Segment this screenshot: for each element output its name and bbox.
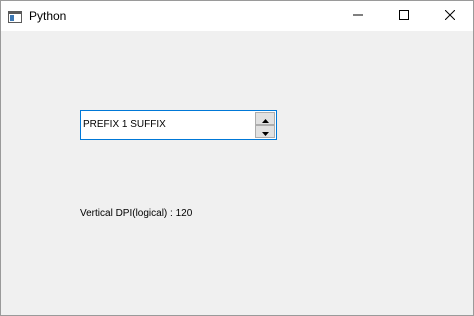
close-button[interactable] xyxy=(427,1,473,31)
minimize-icon xyxy=(353,7,363,25)
vertical-dpi-label: Vertical DPI(logical) : 120 xyxy=(80,208,193,219)
minimize-button[interactable] xyxy=(335,1,381,31)
maximize-icon xyxy=(399,7,409,25)
client-area: PREFIX 1 SUFFIX Vertical DPI(logical) : … xyxy=(1,31,473,315)
title-bar[interactable]: Python xyxy=(1,1,473,31)
arrow-down-icon xyxy=(261,123,269,141)
close-icon xyxy=(444,7,456,25)
spin-box-text[interactable]: PREFIX 1 SUFFIX xyxy=(83,118,166,132)
spin-box[interactable]: PREFIX 1 SUFFIX xyxy=(80,110,277,140)
window-title: Python xyxy=(29,9,67,23)
app-window: Python PREFIX 1 SUFFIX Vertical DPI(logi… xyxy=(0,0,474,316)
spin-down-button[interactable] xyxy=(255,125,275,138)
python-window-icon[interactable] xyxy=(8,10,22,23)
maximize-button[interactable] xyxy=(381,1,427,31)
